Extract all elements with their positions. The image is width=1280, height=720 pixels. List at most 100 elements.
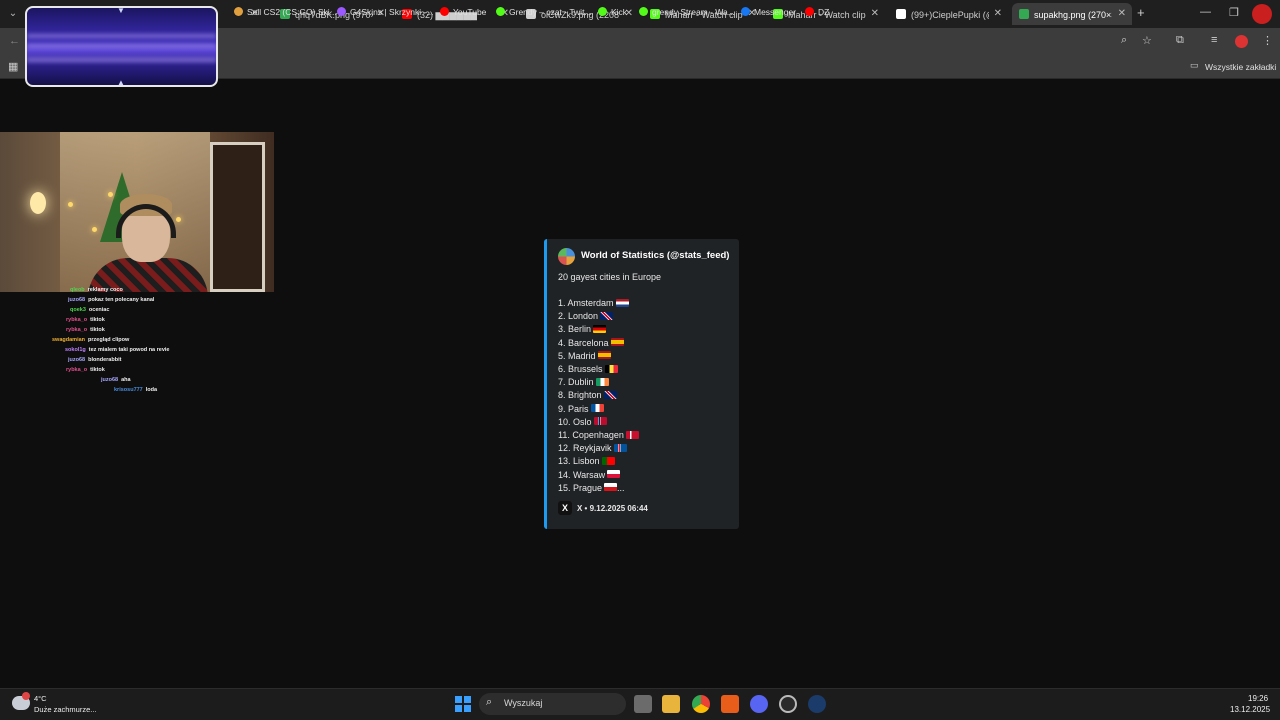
bookmark-label: G4Skins | Skrzynki -... xyxy=(350,7,434,17)
chat-message: qleob reklamy coco xyxy=(70,286,123,294)
back-icon[interactable]: ← xyxy=(9,35,20,47)
flag-pt-icon xyxy=(601,457,615,466)
chat-username[interactable]: krisosu777 xyxy=(114,387,143,393)
ranking-item-text: 14. Warsaw xyxy=(558,469,606,480)
tweet-footer[interactable]: X X • 9.12.2025 06:44 xyxy=(558,501,648,515)
chat-username[interactable]: sokol1g xyxy=(65,347,86,353)
browser-tab[interactable]: (99+)CieplePupki (@ ✕ xyxy=(889,3,1008,25)
bookmark-item[interactable]: grendy Stream - Wa... xyxy=(639,4,735,20)
author-avatar xyxy=(558,248,575,265)
zoom-icon[interactable]: ⌕ xyxy=(1121,34,1127,47)
all-bookmarks-link[interactable]: Wszystkie zakładki xyxy=(1205,62,1276,72)
extensions-icon[interactable]: ⧉ xyxy=(1176,34,1184,47)
ranking-item: 6. Brussels xyxy=(558,364,618,374)
webcam-feed xyxy=(0,132,274,292)
bookmark-star-icon[interactable]: ☆ xyxy=(1142,34,1152,47)
menu-kebab-icon[interactable]: ⋮ xyxy=(1262,34,1273,47)
chat-username[interactable]: swagdamian xyxy=(52,337,85,343)
flag-gb-icon xyxy=(603,391,617,400)
flag-ie-icon xyxy=(595,377,609,386)
tracker-app-icon[interactable] xyxy=(779,695,797,713)
clock-time[interactable]: 19:26 xyxy=(1248,694,1268,703)
ranking-item: 14. Warsaw xyxy=(558,469,621,480)
flag-fr-icon xyxy=(590,404,604,413)
ranking-item: 9. Paris xyxy=(558,404,604,414)
bookmark-item[interactable]: Grendy – czat - Twit... xyxy=(496,4,592,20)
chat-message: swagdamian przegląd clipow xyxy=(52,336,129,344)
weather-temperature[interactable]: 4°C xyxy=(34,694,47,703)
flag-cz-icon xyxy=(604,483,618,492)
bookmark-label: YouTube xyxy=(453,7,487,17)
app-launcher-icon[interactable] xyxy=(721,695,739,713)
tab-close-icon[interactable]: ✕ xyxy=(994,3,1002,25)
browser-tab[interactable]: supakhg.png (270×3 ✕ xyxy=(1012,3,1132,25)
truncation-ellipsis: ... xyxy=(617,482,625,493)
ranking-item-text: 2. London xyxy=(558,311,599,322)
ranking-item: 5. Madrid xyxy=(558,351,611,361)
tab-label: supakhg.png (270×3 xyxy=(1034,9,1112,20)
bookmark-favicon-icon xyxy=(805,7,814,17)
apps-grid-icon[interactable]: ▦ xyxy=(8,60,18,73)
stream-preview-overlay: ▼ ▲ xyxy=(25,6,218,87)
chat-message: juzo68 pokaz ten polecany kanal xyxy=(68,296,154,304)
taskbar-search[interactable]: ⌕ Wyszukaj xyxy=(479,693,626,715)
chat-text: tiktok xyxy=(90,367,105,373)
chat-message: krisosu777 loda xyxy=(114,386,157,394)
chat-text: blonderabbit xyxy=(88,357,122,363)
flag-nl-icon xyxy=(615,298,629,307)
bookmark-favicon-icon xyxy=(639,7,648,17)
bookmark-item[interactable]: G4Skins | Skrzynki -... xyxy=(337,4,433,20)
chrome-icon[interactable] xyxy=(692,695,710,713)
ranking-item-text: 5. Madrid xyxy=(558,350,596,361)
chat-text: oceniac xyxy=(88,307,110,313)
ranking-item: 8. Brighton xyxy=(558,390,617,400)
chat-username[interactable]: juzo68 xyxy=(101,377,118,383)
flag-pl-icon xyxy=(607,470,621,479)
windows-start-icon[interactable] xyxy=(455,696,471,712)
bookmark-item[interactable]: YouTube xyxy=(440,4,486,20)
chat-username[interactable]: qleob xyxy=(70,287,85,293)
file-explorer-icon[interactable] xyxy=(662,695,680,713)
chat-message: rybka_o tiktok xyxy=(66,366,105,374)
discord-icon[interactable] xyxy=(750,695,768,713)
profile-avatar[interactable] xyxy=(1235,35,1248,48)
chat-username[interactable]: rybka_o xyxy=(66,327,87,333)
bookmark-item[interactable]: DZ xyxy=(805,4,829,20)
chat-username[interactable]: qoek3 xyxy=(70,307,86,313)
tab-search-dropdown[interactable]: ⌄ xyxy=(4,6,22,22)
chat-message: rybka_o tiktok xyxy=(66,316,105,324)
bookmark-label: Grendy – czat - Twit... xyxy=(509,7,592,17)
tweet-author[interactable]: World of Statistics (@stats_feed) xyxy=(581,250,729,261)
ranking-item: 2. London xyxy=(558,311,614,322)
chat-username[interactable]: juzo68 xyxy=(68,357,85,363)
flag-es-icon xyxy=(597,351,611,360)
bookmark-label: Sell CS2 (CS:GO) Ski... xyxy=(247,7,337,17)
bookmark-item[interactable]: Kick xyxy=(598,4,627,20)
bookmark-label: grendy Stream - Wa... xyxy=(652,7,735,17)
bookmark-item[interactable]: Sell CS2 (CS:GO) Ski... xyxy=(234,4,337,20)
flag-be-icon xyxy=(604,364,618,373)
tweet-timestamp: X • 9.12.2025 06:44 xyxy=(577,504,648,513)
ranking-item-text: 15. Prague xyxy=(558,482,603,493)
new-tab-button[interactable]: + xyxy=(1137,5,1145,20)
profile-badge[interactable] xyxy=(1252,4,1272,24)
clock-date[interactable]: 13.12.2025 xyxy=(1230,705,1270,714)
tweet-card: World of Statistics (@stats_feed) 20 gay… xyxy=(544,239,739,529)
bookmark-item[interactable]: Messenger xyxy=(741,4,796,20)
weather-description[interactable]: Duże zachmurze... xyxy=(34,705,97,714)
restore-icon[interactable]: ❐ xyxy=(1229,6,1239,19)
chat-username[interactable]: rybka_o xyxy=(66,317,87,323)
steam-icon[interactable] xyxy=(808,695,826,713)
media-controls-icon[interactable]: ≡ xyxy=(1211,34,1217,46)
search-placeholder: Wyszukaj xyxy=(504,698,543,708)
chat-message: qoek3 oceniac xyxy=(70,306,109,314)
task-view-icon[interactable] xyxy=(634,695,652,713)
ranking-item: 10. Oslo xyxy=(558,417,607,427)
minimize-icon[interactable]: — xyxy=(1200,6,1211,18)
chat-username[interactable]: juzo68 xyxy=(68,297,85,303)
chat-username[interactable]: rybka_o xyxy=(66,367,87,373)
tab-close-icon[interactable]: ✕ xyxy=(871,3,879,25)
ranking-item: 3. Berlin xyxy=(558,324,607,334)
tweet-headline: 20 gayest cities in Europe xyxy=(558,272,662,282)
tab-close-icon[interactable]: ✕ xyxy=(1118,3,1126,25)
